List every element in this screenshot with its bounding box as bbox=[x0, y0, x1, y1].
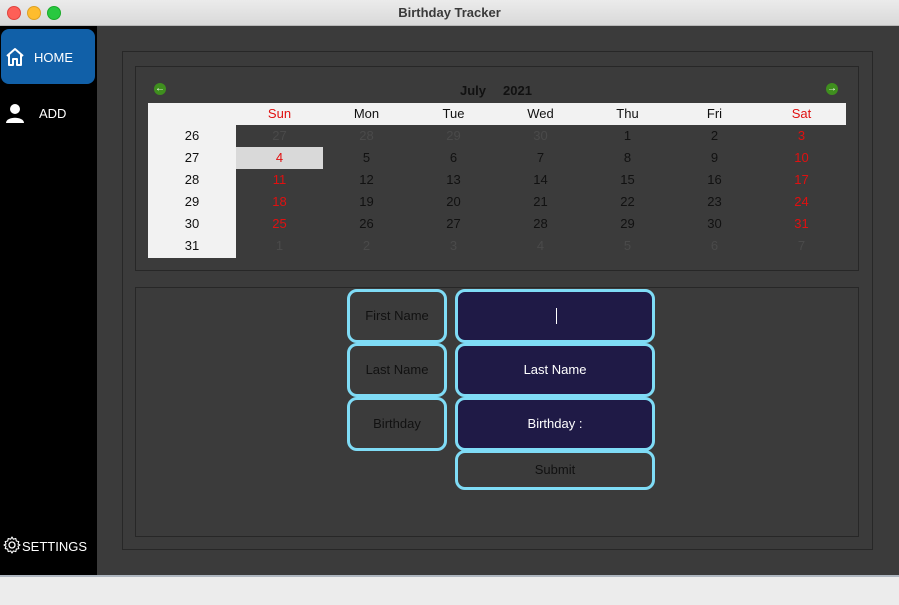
window-title: Birthday Tracker bbox=[398, 5, 501, 20]
calendar-day-cell[interactable]: 14 bbox=[497, 169, 584, 191]
sidebar-item-label: SETTINGS bbox=[22, 539, 88, 554]
arrow-left-icon[interactable]: ← bbox=[154, 83, 166, 95]
weekday-label: Mon bbox=[353, 106, 380, 121]
last-name-label: Last Name bbox=[347, 343, 447, 397]
week-number: 26 bbox=[184, 128, 200, 143]
calendar-day-cell[interactable]: 18 bbox=[236, 191, 323, 213]
calendar-day-cell[interactable]: 27 bbox=[410, 213, 497, 235]
calendar-day-cell[interactable]: 10 bbox=[758, 147, 845, 169]
calendar-day-cell[interactable]: 22 bbox=[584, 191, 671, 213]
calendar-day-cell[interactable]: 7 bbox=[758, 235, 845, 257]
first-name-field[interactable] bbox=[455, 289, 655, 343]
calendar-day-cell[interactable]: 4 bbox=[236, 147, 323, 169]
week-number: 29 bbox=[184, 194, 200, 209]
calendar-day-cell[interactable]: 3 bbox=[410, 235, 497, 257]
birthday-field[interactable]: Birthday : bbox=[455, 397, 655, 451]
week-number: 28 bbox=[184, 172, 200, 187]
submit-button[interactable]: Submit bbox=[455, 450, 655, 490]
weekday-label: Tue bbox=[442, 106, 465, 121]
title-bar: Birthday Tracker bbox=[0, 0, 899, 26]
calendar-month[interactable]: July bbox=[460, 83, 486, 98]
status-bar bbox=[0, 575, 899, 605]
calendar-day-cell[interactable]: 19 bbox=[323, 191, 410, 213]
birthday-label: Birthday bbox=[347, 397, 447, 451]
week-number: 31 bbox=[184, 238, 200, 253]
weekday-label: Fri bbox=[706, 106, 723, 121]
sidebar: HOME ADD SETTINGS bbox=[0, 26, 97, 575]
first-name-label: First Name bbox=[347, 289, 447, 343]
week-number: 27 bbox=[184, 150, 200, 165]
calendar-day-cell[interactable]: 2 bbox=[323, 235, 410, 257]
home-icon bbox=[5, 47, 25, 70]
calendar-day-cell[interactable]: 30 bbox=[497, 125, 584, 147]
calendar-day-cell[interactable]: 7 bbox=[497, 147, 584, 169]
calendar-day-cell[interactable]: 6 bbox=[410, 147, 497, 169]
calendar-day-cell[interactable]: 29 bbox=[584, 213, 671, 235]
calendar-day-cell[interactable]: 20 bbox=[410, 191, 497, 213]
weekday-header-row: Sun Mon Tue Wed Thu Fri Sat bbox=[148, 103, 846, 125]
text-caret bbox=[556, 308, 557, 324]
calendar-day-cell[interactable]: 1 bbox=[236, 235, 323, 257]
calendar-day-cell[interactable]: 31 bbox=[758, 213, 845, 235]
calendar-day-cell[interactable]: 3 bbox=[758, 125, 845, 147]
user-icon bbox=[5, 103, 25, 126]
last-name-field[interactable]: Last Name bbox=[455, 343, 655, 397]
calendar-day-cell[interactable]: 21 bbox=[497, 191, 584, 213]
calendar-day-cell[interactable]: 23 bbox=[671, 191, 758, 213]
calendar-header: ← July 2021 → bbox=[148, 80, 846, 102]
calendar-day-cell[interactable]: 24 bbox=[758, 191, 845, 213]
calendar-day-cell[interactable]: 8 bbox=[584, 147, 671, 169]
sidebar-item-settings[interactable]: SETTINGS bbox=[1, 533, 95, 559]
sidebar-item-label: HOME bbox=[34, 50, 73, 65]
calendar-day-cell[interactable]: 16 bbox=[671, 169, 758, 191]
calendar-day-cell[interactable]: 13 bbox=[410, 169, 497, 191]
calendar-day-cell[interactable]: 4 bbox=[497, 235, 584, 257]
calendar-day-cell[interactable]: 30 bbox=[671, 213, 758, 235]
calendar-day-cell[interactable]: 27 bbox=[236, 125, 323, 147]
week-number: 30 bbox=[184, 216, 200, 231]
calendar-day-cell[interactable]: 17 bbox=[758, 169, 845, 191]
calendar-day-cell[interactable]: 29 bbox=[410, 125, 497, 147]
arrow-right-icon[interactable]: → bbox=[826, 83, 838, 95]
calendar-day-cell[interactable]: 2 bbox=[671, 125, 758, 147]
calendar-day-cell[interactable]: 5 bbox=[584, 235, 671, 257]
sidebar-item-add[interactable]: ADD bbox=[1, 86, 95, 141]
calendar-day-cell[interactable]: 6 bbox=[671, 235, 758, 257]
weekday-label: Sat bbox=[791, 106, 812, 121]
calendar-day-cell[interactable]: 28 bbox=[323, 125, 410, 147]
calendar-day-cell[interactable]: 11 bbox=[236, 169, 323, 191]
calendar-year[interactable]: 2021 bbox=[503, 83, 532, 98]
calendar-day-cell[interactable]: 1 bbox=[584, 125, 671, 147]
weekday-label: Wed bbox=[527, 106, 554, 121]
sidebar-item-home[interactable]: HOME bbox=[1, 29, 95, 84]
calendar-day-cell[interactable]: 26 bbox=[323, 213, 410, 235]
gear-icon bbox=[3, 536, 21, 557]
calendar-day-cell[interactable]: 5 bbox=[323, 147, 410, 169]
calendar-day-cell[interactable]: 12 bbox=[323, 169, 410, 191]
calendar-day-cell[interactable]: 15 bbox=[584, 169, 671, 191]
calendar-day-cell[interactable]: 25 bbox=[236, 213, 323, 235]
calendar-day-cell[interactable]: 28 bbox=[497, 213, 584, 235]
calendar-day-cell[interactable]: 9 bbox=[671, 147, 758, 169]
sidebar-item-label: ADD bbox=[39, 106, 67, 121]
weekday-label: Thu bbox=[616, 106, 639, 121]
weekday-label: Sun bbox=[267, 106, 292, 121]
